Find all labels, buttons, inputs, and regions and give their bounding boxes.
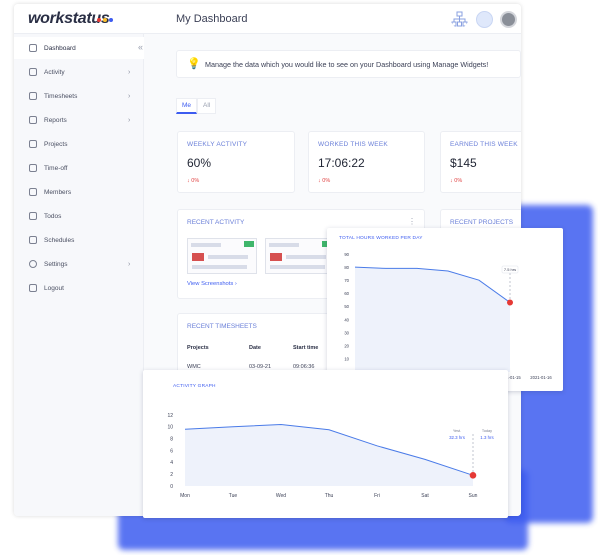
annotation-label: 7.5 hrs [504, 267, 516, 272]
projects-icon [29, 140, 37, 148]
y-tick-label: 12 [167, 413, 173, 419]
sidebar-item-dashboard[interactable]: Dashboard « [14, 37, 144, 59]
earned-this-week-card[interactable]: EARNED THIS WEEK $145 ↓ 0% [440, 131, 521, 193]
chevron-right-icon: › [128, 116, 131, 124]
sidebar: Dashboard « Activity › Timesheets › Repo… [14, 34, 144, 516]
hours-worked-chart-panel: TOTAL HOURS WORKED PER DAY 0102030405060… [327, 228, 563, 391]
manage-widgets-banner: 💡 Manage the data which you would like t… [176, 50, 521, 78]
y-tick-label: 0 [170, 484, 173, 490]
dashboard-icon [29, 44, 37, 52]
y-tick-label: 10 [344, 357, 349, 362]
sidebar-item-projects[interactable]: Projects [14, 133, 144, 155]
data-point [469, 472, 477, 479]
series-area [355, 267, 510, 372]
y-tick-label: 50 [344, 304, 349, 309]
column-header: Projects [187, 345, 209, 351]
x-tick-label: Thu [325, 493, 334, 499]
y-tick-label: 4 [170, 460, 173, 466]
data-point [507, 299, 513, 306]
chevron-right-icon: › [128, 260, 131, 268]
sidebar-item-todos[interactable]: Todos [14, 205, 144, 227]
x-tick-label: Sat [421, 493, 429, 499]
activity-graph-chart: 0 2 4 6 8 10 12 Mon Tue Wed Thu Fri Sat Sun Yest. 32.3 … [167, 413, 494, 499]
x-tick-label: Sun [469, 493, 478, 499]
y-tick-label: 6 [170, 448, 173, 454]
sidebar-item-activity[interactable]: Activity › [14, 61, 144, 83]
settings-icon [29, 260, 37, 268]
view-screenshots-link[interactable]: View Screenshots › [187, 281, 237, 287]
worked-this-week-card[interactable]: WORKED THIS WEEK 17:06:22 ↓ 0% [308, 131, 425, 193]
column-header: Start time [293, 345, 319, 351]
activity-icon [29, 68, 37, 76]
y-tick-label: 20 [344, 344, 349, 349]
page-title: My Dashboard [176, 13, 248, 25]
series-area [185, 424, 473, 486]
x-tick-label: 2021-01-16 [530, 375, 552, 380]
org-chart-icon[interactable] [451, 11, 468, 28]
schedules-icon [29, 236, 37, 244]
sidebar-item-logout[interactable]: Logout [14, 277, 144, 299]
top-bar: workstatus My Dashboard [14, 4, 521, 34]
weekly-activity-card[interactable]: WEEKLY ACTIVITY 60% ↓ 0% [177, 131, 295, 193]
members-icon [29, 188, 37, 196]
todos-icon [29, 212, 37, 220]
x-tick-label: Mon [180, 493, 190, 499]
scope-tabs: Me All [176, 98, 217, 114]
timesheets-icon [29, 92, 37, 100]
screenshot-thumbnail[interactable] [265, 238, 335, 274]
reports-icon [29, 116, 37, 124]
hours-worked-chart: 01020304050607080902021-01-102021-01-112… [344, 252, 552, 380]
collapse-sidebar-icon[interactable]: « [138, 42, 143, 52]
y-tick-label: 10 [167, 425, 173, 431]
x-tick-label: Wed [276, 493, 286, 499]
y-tick-label: 90 [344, 252, 349, 257]
annotation-value: 32.3 hrs [449, 435, 466, 440]
activity-graph-panel: ACTIVITY GRAPH 0 2 4 6 8 10 12 Mon Tue Wed Thu Fri S… [143, 370, 508, 518]
y-tick-label: 30 [344, 330, 349, 335]
y-tick-label: 40 [344, 317, 349, 322]
annotation-value: 1.3 hrs [480, 435, 494, 440]
y-tick-label: 60 [344, 291, 349, 296]
sidebar-item-timesheets[interactable]: Timesheets › [14, 85, 144, 107]
annotation-caption: Today [482, 429, 492, 433]
globe-icon[interactable] [476, 11, 493, 28]
y-tick-label: 80 [344, 265, 349, 270]
screenshot-thumbnail[interactable] [187, 238, 257, 274]
annotation-caption: Yest. [453, 429, 461, 433]
more-options-icon[interactable]: ⋮ [408, 217, 416, 226]
sidebar-item-time-off[interactable]: Time-off [14, 157, 144, 179]
logout-icon [29, 284, 37, 292]
time-off-icon [29, 164, 37, 172]
y-tick-label: 70 [344, 278, 349, 283]
avatar[interactable] [500, 11, 517, 28]
tab-all[interactable]: All [197, 98, 217, 114]
sidebar-item-settings[interactable]: Settings › [14, 253, 144, 275]
chevron-right-icon: › [128, 68, 131, 76]
y-tick-label: 2 [170, 472, 173, 478]
x-tick-label: Tue [229, 493, 238, 499]
chevron-right-icon: › [128, 92, 131, 100]
sidebar-item-members[interactable]: Members [14, 181, 144, 203]
lightbulb-icon: 💡 [187, 58, 201, 70]
sidebar-item-schedules[interactable]: Schedules [14, 229, 144, 251]
sidebar-item-reports[interactable]: Reports › [14, 109, 144, 131]
x-tick-label: Fri [374, 493, 380, 499]
tab-me[interactable]: Me [176, 98, 198, 114]
logo-dots [97, 18, 113, 22]
y-tick-label: 8 [170, 436, 173, 442]
column-header: Date [249, 345, 261, 351]
